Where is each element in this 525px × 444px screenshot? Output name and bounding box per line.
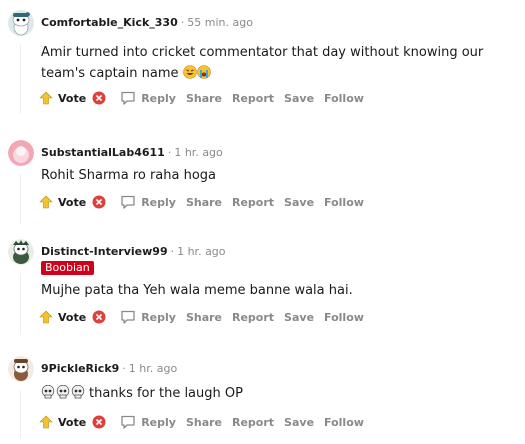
comment-thread: Comfortable_Kick_330 · 55 min. ago Amir tu… [0,0,525,444]
crying-emoji [196,65,211,79]
share-button[interactable]: Share [186,311,222,324]
save-button[interactable]: Save [284,416,314,429]
comment-body: Mujhe pata tha Yeh wala meme banne wala … [41,280,511,301]
comment-actions: Vote Reply Share Report Save Follow [38,412,374,432]
reply-label: Reply [141,195,176,209]
reply-button[interactable]: Reply [120,309,176,325]
comment-actions: Vote Reply Share Report Save Follow [38,192,374,212]
comment: Distinct-Interview99 · 1 hr. ago Boobian M… [0,239,525,339]
vote-group: Vote [38,414,120,430]
upvote-icon[interactable] [38,194,54,210]
author-name[interactable]: SubstantialLab4611 [41,146,165,159]
separator: · [122,362,126,375]
comment-bubble-icon [121,91,135,105]
avatar[interactable] [8,10,34,36]
comment-time[interactable]: 1 hr. ago [129,362,177,375]
follow-button[interactable]: Follow [324,196,364,209]
downvote-icon[interactable] [92,310,106,324]
comment-meta: SubstantialLab4611 · 1 hr. ago [41,146,223,160]
reply-label: Reply [141,415,176,429]
author-name[interactable]: Comfortable_Kick_330 [41,16,178,29]
comment-time[interactable]: 1 hr. ago [174,146,222,159]
comment-body: thanks for the laugh OP [41,383,511,404]
follow-button[interactable]: Follow [324,416,364,429]
follow-button[interactable]: Follow [324,311,364,324]
comment-bubble-icon [121,310,135,324]
comment: SubstantialLab4611 · 1 hr. ago Rohit Sharm… [0,140,525,230]
vote-group: Vote [38,309,120,325]
reply-label: Reply [141,310,176,324]
vote-group: Vote [38,194,120,210]
comment-actions: Vote Reply Share Report Save Follow [38,88,374,108]
comment-bubble-icon [121,195,135,209]
save-button[interactable]: Save [284,311,314,324]
comment: Comfortable_Kick_330 · 55 min. ago Amir tu… [0,10,525,120]
report-button[interactable]: Report [232,311,274,324]
comment-meta: Distinct-Interview99 · 1 hr. ago [41,245,226,259]
comment-meta: 9PickleRick9 · 1 hr. ago [41,362,177,376]
share-button[interactable]: Share [186,92,222,105]
comment-bubble-icon [121,415,135,429]
vote-label[interactable]: Vote [58,416,86,429]
reply-label: Reply [141,91,176,105]
separator: · [170,245,175,258]
vote-group: Vote [38,90,120,106]
comment-time[interactable]: 55 min. ago [187,16,253,29]
upvote-icon[interactable] [38,309,54,325]
separator: · [167,146,172,159]
reply-button[interactable]: Reply [120,194,176,210]
rofl-emoji [182,65,197,79]
save-button[interactable]: Save [284,196,314,209]
skull-emoji [71,384,85,399]
share-button[interactable]: Share [186,416,222,429]
vote-label[interactable]: Vote [58,92,86,105]
avatar[interactable] [8,356,34,382]
avatar[interactable] [8,239,34,265]
author-name[interactable]: Distinct-Interview99 [41,245,168,258]
comment: 9PickleRick9 · 1 hr. ago thanks for the la… [0,356,525,444]
thread-line[interactable] [20,174,21,224]
share-button[interactable]: Share [186,196,222,209]
comment-text: Rohit Sharma ro raha hoga [41,168,217,183]
comment-body: Rohit Sharma ro raha hoga [41,165,511,186]
thread-line[interactable] [20,273,21,335]
report-button[interactable]: Report [232,92,274,105]
avatar[interactable] [8,140,34,166]
reply-button[interactable]: Reply [120,414,176,430]
user-flair: Boobian [41,261,94,275]
save-button[interactable]: Save [284,92,314,105]
comment-text: thanks for the laugh OP [89,386,243,401]
report-button[interactable]: Report [232,196,274,209]
skull-emoji [41,384,55,399]
reply-button[interactable]: Reply [120,90,176,106]
thread-line[interactable] [20,44,21,114]
thread-line[interactable] [20,390,21,438]
upvote-icon[interactable] [38,414,54,430]
author-name[interactable]: 9PickleRick9 [41,362,119,375]
report-button[interactable]: Report [232,416,274,429]
comment-text: Mujhe pata tha Yeh wala meme banne wala … [41,283,353,298]
comment-text: Amir turned into cricket commentator tha… [41,45,484,81]
comment-meta: Comfortable_Kick_330 · 55 min. ago [41,16,253,30]
comment-actions: Vote Reply Share Report Save Follow [38,307,374,327]
separator: · [180,16,185,29]
downvote-icon[interactable] [92,195,106,209]
comment-time[interactable]: 1 hr. ago [177,245,225,258]
upvote-icon[interactable] [38,90,54,106]
vote-label[interactable]: Vote [58,311,86,324]
follow-button[interactable]: Follow [324,92,364,105]
skull-emoji [56,384,70,399]
downvote-icon[interactable] [92,91,106,105]
downvote-icon[interactable] [92,415,106,429]
comment-body: Amir turned into cricket commentator tha… [41,42,511,84]
vote-label[interactable]: Vote [58,196,86,209]
